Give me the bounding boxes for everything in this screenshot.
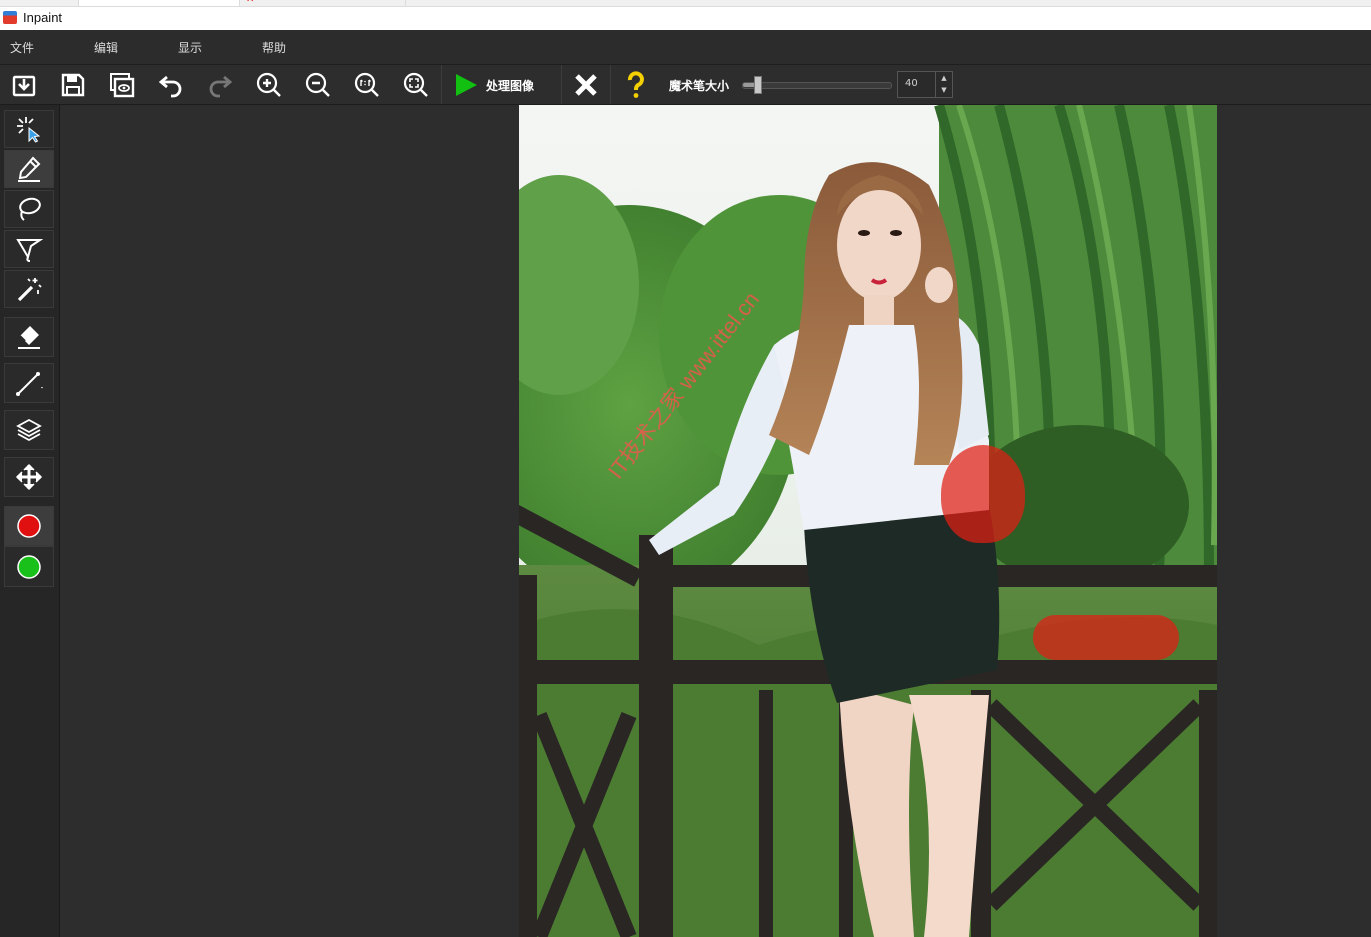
image-canvas[interactable]: IT技术之家 www.ittel.cn bbox=[60, 105, 1371, 937]
menu-edit[interactable]: 编辑 bbox=[94, 39, 118, 56]
spinbox-arrows: ▲ ▼ bbox=[935, 72, 952, 97]
process-image-label: 处理图像 bbox=[486, 78, 535, 93]
zoom-out-icon bbox=[305, 72, 330, 97]
menu-file[interactable]: 文件 bbox=[10, 39, 34, 56]
close-icon bbox=[575, 74, 597, 96]
actual-size-button[interactable] bbox=[350, 68, 384, 102]
undo-button[interactable] bbox=[154, 68, 188, 102]
redo-icon bbox=[209, 75, 233, 98]
spin-up-icon[interactable]: ▲ bbox=[936, 72, 952, 84]
slider-thumb[interactable] bbox=[754, 76, 762, 94]
red-circle-icon bbox=[17, 514, 41, 538]
tool-polygonal-lasso[interactable] bbox=[4, 230, 54, 268]
tool-move[interactable] bbox=[4, 457, 54, 497]
process-image-button[interactable]: 处理图像 bbox=[446, 68, 558, 102]
eraser-icon bbox=[18, 326, 40, 349]
tool-lasso[interactable] bbox=[4, 190, 54, 228]
brush-size-value: 40 bbox=[905, 78, 918, 89]
browser-tab-strip: ✕ bbox=[0, 0, 1371, 7]
photo[interactable]: IT技术之家 www.ittel.cn bbox=[519, 105, 1217, 937]
tools-sidebar bbox=[0, 105, 60, 937]
preview-button[interactable] bbox=[105, 68, 139, 102]
color-red-swatch[interactable] bbox=[4, 506, 54, 546]
brush-size-label: 魔术笔大小 bbox=[669, 79, 730, 93]
preview-icon bbox=[110, 73, 135, 98]
toolbar: 处理图像 魔术笔大小 bbox=[0, 65, 1371, 105]
open-icon bbox=[12, 75, 36, 97]
green-circle-icon bbox=[17, 554, 41, 579]
fit-window-icon bbox=[403, 72, 428, 97]
lasso-icon bbox=[19, 197, 41, 221]
tool-marker[interactable] bbox=[4, 150, 54, 188]
move-icon bbox=[15, 463, 43, 491]
window-title: Inpaint bbox=[23, 10, 63, 25]
tool-guide-line[interactable] bbox=[4, 363, 54, 403]
actual-size-icon bbox=[354, 72, 379, 97]
help-icon bbox=[628, 71, 644, 98]
save-button[interactable] bbox=[56, 68, 90, 102]
play-icon bbox=[456, 74, 477, 96]
line-icon bbox=[16, 372, 43, 396]
smart-select-icon bbox=[17, 117, 41, 143]
layers-icon bbox=[16, 418, 42, 442]
photo-image bbox=[519, 105, 1217, 937]
brush-size-spinbox[interactable]: 40 ▲ ▼ bbox=[897, 71, 953, 98]
help-button[interactable] bbox=[619, 68, 653, 102]
toolbar-separator bbox=[561, 65, 562, 104]
zoom-out-button[interactable] bbox=[301, 68, 335, 102]
stop-button[interactable] bbox=[569, 68, 603, 102]
spin-down-icon[interactable]: ▼ bbox=[936, 84, 952, 96]
app-icon bbox=[3, 11, 17, 24]
toolbar-separator bbox=[441, 65, 442, 104]
menu-view[interactable]: 显示 bbox=[178, 39, 202, 56]
tool-layers[interactable] bbox=[4, 410, 54, 450]
tool-smart-select[interactable] bbox=[4, 110, 54, 148]
menu-bar: 文件 编辑 显示 帮助 bbox=[0, 30, 1371, 65]
inactive-tab[interactable] bbox=[240, 0, 406, 6]
toolbar-separator bbox=[610, 65, 611, 104]
inpaint-mask-region[interactable] bbox=[1033, 615, 1179, 660]
marker-icon bbox=[18, 156, 41, 182]
polygon-lasso-icon bbox=[16, 239, 43, 262]
menu-help[interactable]: 帮助 bbox=[262, 39, 286, 56]
tool-magic-wand[interactable] bbox=[4, 270, 54, 308]
magic-wand-icon bbox=[17, 278, 42, 302]
fit-to-window-button[interactable] bbox=[399, 68, 433, 102]
open-button[interactable] bbox=[7, 68, 41, 102]
tab-close-icon[interactable]: ✕ bbox=[246, 0, 254, 5]
active-tab[interactable] bbox=[78, 0, 240, 6]
zoom-in-icon bbox=[256, 72, 281, 97]
zoom-in-button[interactable] bbox=[252, 68, 286, 102]
title-bar: ✕ Inpaint bbox=[0, 0, 1371, 30]
slider-track bbox=[742, 82, 892, 89]
tool-eraser[interactable] bbox=[4, 317, 54, 357]
color-green-swatch[interactable] bbox=[4, 546, 54, 587]
undo-icon bbox=[158, 75, 182, 98]
redo-button[interactable] bbox=[203, 68, 237, 102]
inpaint-mask-region[interactable] bbox=[941, 445, 1025, 543]
save-icon bbox=[61, 73, 85, 97]
brush-size-slider[interactable] bbox=[742, 76, 892, 94]
